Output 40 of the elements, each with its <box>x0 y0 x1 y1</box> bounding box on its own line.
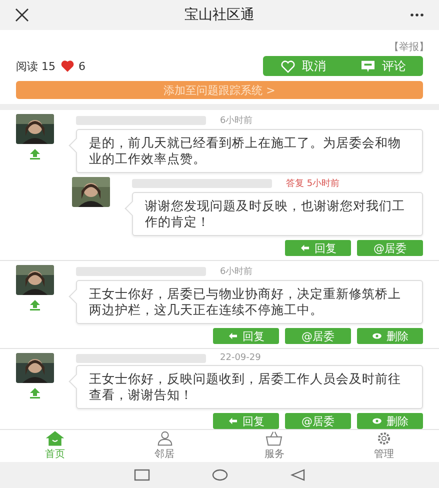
square-icon[interactable] <box>134 469 150 481</box>
upload-icon <box>29 148 41 160</box>
nav-tab[interactable]: 首页 <box>0 430 110 462</box>
comment-time: 6小时前 <box>220 114 253 127</box>
delete-button[interactable]: 删除 <box>357 328 423 344</box>
read-count: 阅读 15 <box>16 58 56 74</box>
report-link[interactable]: 【举报】 <box>389 40 429 54</box>
unlike-button[interactable]: 取消 <box>263 56 343 76</box>
back-triangle-icon[interactable] <box>290 469 306 481</box>
close-icon[interactable] <box>14 8 30 22</box>
nav-tab[interactable]: 服务 <box>220 430 330 462</box>
comment-button[interactable]: 评论 <box>343 56 423 76</box>
mention-button[interactable]: @居委 <box>285 413 351 429</box>
mention-button[interactable]: @居委 <box>285 328 351 344</box>
comment-time: 6小时前 <box>220 266 253 278</box>
home-icon <box>46 431 64 446</box>
reply-arrow-icon <box>300 244 310 252</box>
circle-icon[interactable] <box>212 469 228 481</box>
delete-button[interactable]: 删除 <box>357 413 423 429</box>
nav-tab[interactable]: 管理 <box>329 430 439 462</box>
reply-arrow-icon <box>228 417 238 425</box>
reply-button[interactable]: 回复 <box>285 240 351 256</box>
heart-icon <box>280 60 296 72</box>
mention-button[interactable]: @居委 <box>357 240 423 256</box>
eye-icon <box>372 417 382 425</box>
like-count: 6 <box>78 60 86 72</box>
reply-button[interactable]: 回复 <box>213 328 279 344</box>
page-title: 宝山社区通 <box>184 6 254 24</box>
comment-icon <box>360 60 376 72</box>
upload-icon <box>29 299 41 311</box>
upload-icon <box>29 387 41 399</box>
comment-time: 22-09-29 <box>220 353 261 363</box>
person-icon <box>156 431 174 446</box>
nav-tab[interactable]: 邻居 <box>110 430 220 462</box>
reply-arrow-icon <box>228 332 238 340</box>
reply-button[interactable]: 回复 <box>213 413 279 429</box>
reply-time: 答复 5小时前 <box>286 178 340 190</box>
basket-icon <box>265 431 284 446</box>
tracking-button[interactable]: 添加至问题跟踪系统 > <box>16 81 423 99</box>
eye-icon <box>372 332 382 340</box>
